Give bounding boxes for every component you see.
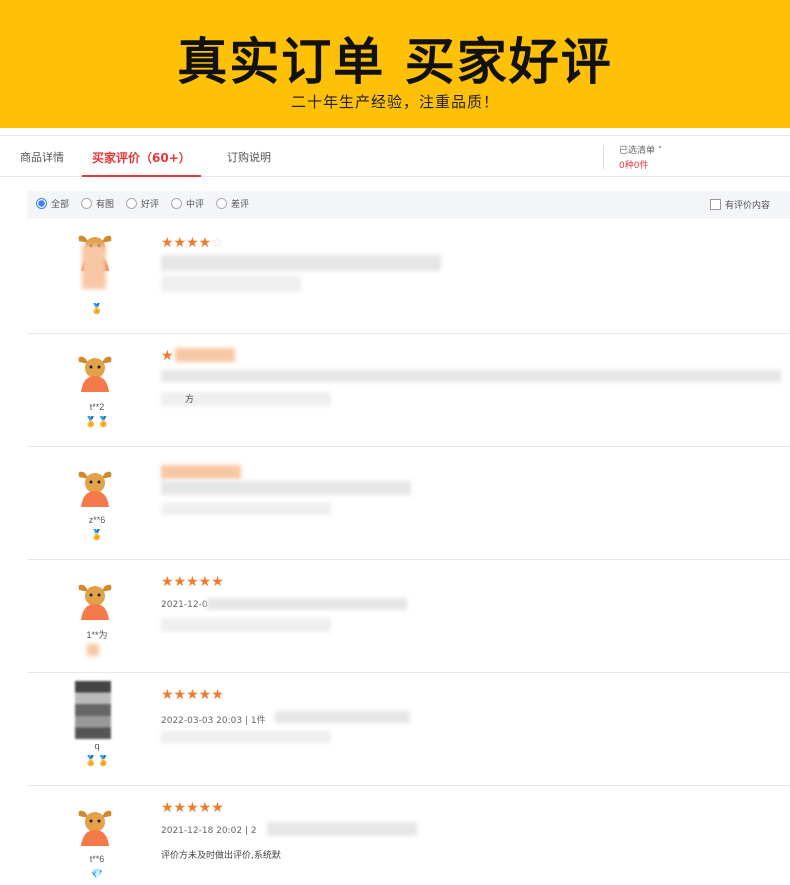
censored-badge <box>87 644 99 656</box>
tab-order-notes[interactable]: 订购说明 <box>227 136 271 177</box>
filter-all[interactable]: 全部 <box>36 198 69 212</box>
censored-meta <box>267 822 417 836</box>
filter-label: 有图 <box>96 200 115 210</box>
username: q <box>94 741 100 751</box>
censored-meta <box>275 711 410 723</box>
filter-label: 中评 <box>186 200 205 210</box>
censored-meta <box>161 255 441 271</box>
filter-label: 全部 <box>51 200 70 210</box>
review-item: 1**为 ★★★★★ 2021-12-0 <box>27 559 790 671</box>
star-rating: ★★★★☆ <box>161 234 224 250</box>
moose-avatar-icon <box>78 810 112 846</box>
censored-meta <box>161 481 411 495</box>
review-item: q 🏅🏅 ★★★★★ 2022-03-03 20:03 | 1件 <box>27 672 790 784</box>
moose-avatar-icon <box>78 471 112 507</box>
review-meta: 2022-03-03 20:03 | 1件 <box>161 716 266 726</box>
censored-text <box>161 503 331 515</box>
censored-meta <box>161 370 781 382</box>
filter-negative[interactable]: 差评 <box>216 198 249 212</box>
banner-subtitle: 二十年生产经验，注重品质！ <box>290 93 499 111</box>
username: t**2 <box>89 402 105 412</box>
review-item: t**6 💎 ★★★★★ 2021-12-18 20:02 | 2 评价方未及时… <box>27 785 790 885</box>
radio-icon <box>81 198 92 209</box>
checkbox-icon <box>710 199 721 210</box>
filter-positive[interactable]: 好评 <box>126 198 159 212</box>
banner-title: 真实订单 买家好评 <box>177 33 613 91</box>
censored-meta <box>207 598 407 610</box>
selected-count: 0种0件 <box>619 161 649 171</box>
user-badges: 🏅 <box>90 304 104 315</box>
user-badges: 🏅🏅 <box>84 417 110 428</box>
tab-product-details[interactable]: 商品详情 <box>20 136 64 177</box>
review-meta: 2021-12-18 20:02 | 2 <box>161 826 257 836</box>
review-item: 🏅 ★★★★☆ <box>27 221 790 333</box>
review-meta: 2021-12-0 <box>161 600 208 610</box>
user-badges: 🏅 <box>90 530 104 541</box>
filter-has-content[interactable]: 有评价内容 <box>710 199 770 212</box>
moose-avatar-icon <box>78 584 112 620</box>
selected-list-toggle[interactable]: 已选清单 ˄ <box>619 143 662 156</box>
filter-neutral[interactable]: 中评 <box>171 198 204 212</box>
star-rating: ★ <box>161 347 174 363</box>
censored-text <box>161 618 331 632</box>
review-text: 方 <box>185 395 195 405</box>
divider <box>603 145 604 169</box>
tab-bar: 商品详情 买家评价（60+） 订购说明 已选清单 ˄ 0种0件 <box>0 135 790 177</box>
radio-icon <box>126 198 137 209</box>
review-text: 评价方未及时做出评价,系统默 <box>161 851 281 861</box>
star-rating: ★★★★★ <box>161 573 224 589</box>
review-item: t**2 🏅🏅 ★ 方 <box>27 333 790 445</box>
checkbox-label: 有评价内容 <box>725 201 771 211</box>
star-rating: ★★★★★ <box>161 799 224 815</box>
filter-label: 差评 <box>231 200 250 210</box>
radio-icon <box>171 198 182 209</box>
username: z**6 <box>88 515 106 525</box>
moose-avatar-icon <box>78 356 112 392</box>
promo-banner: 真实订单 买家好评 二十年生产经验，注重品质！ <box>0 0 790 128</box>
tab-buyer-reviews[interactable]: 买家评价（60+） <box>82 136 201 177</box>
username: t**6 <box>89 854 105 864</box>
user-badges: 💎 <box>90 869 104 880</box>
radio-icon <box>216 198 227 209</box>
radio-checked-icon <box>36 198 47 209</box>
censored-text <box>161 276 301 292</box>
username: 1**为 <box>86 630 108 640</box>
review-filter-bar: 全部 有图 好评 中评 差评 有评价内容 <box>27 191 790 219</box>
user-badges: 🏅🏅 <box>84 756 110 767</box>
censored-text <box>161 731 331 743</box>
filter-label: 好评 <box>141 200 160 210</box>
star-rating: ★★★★★ <box>161 686 224 702</box>
filter-with-photos[interactable]: 有图 <box>81 198 114 212</box>
censored-username <box>82 245 106 289</box>
pixelated-avatar <box>75 681 111 739</box>
censored-stars <box>161 465 241 479</box>
censored-stars <box>175 348 235 362</box>
review-item: z**6 🏅 <box>27 446 790 558</box>
